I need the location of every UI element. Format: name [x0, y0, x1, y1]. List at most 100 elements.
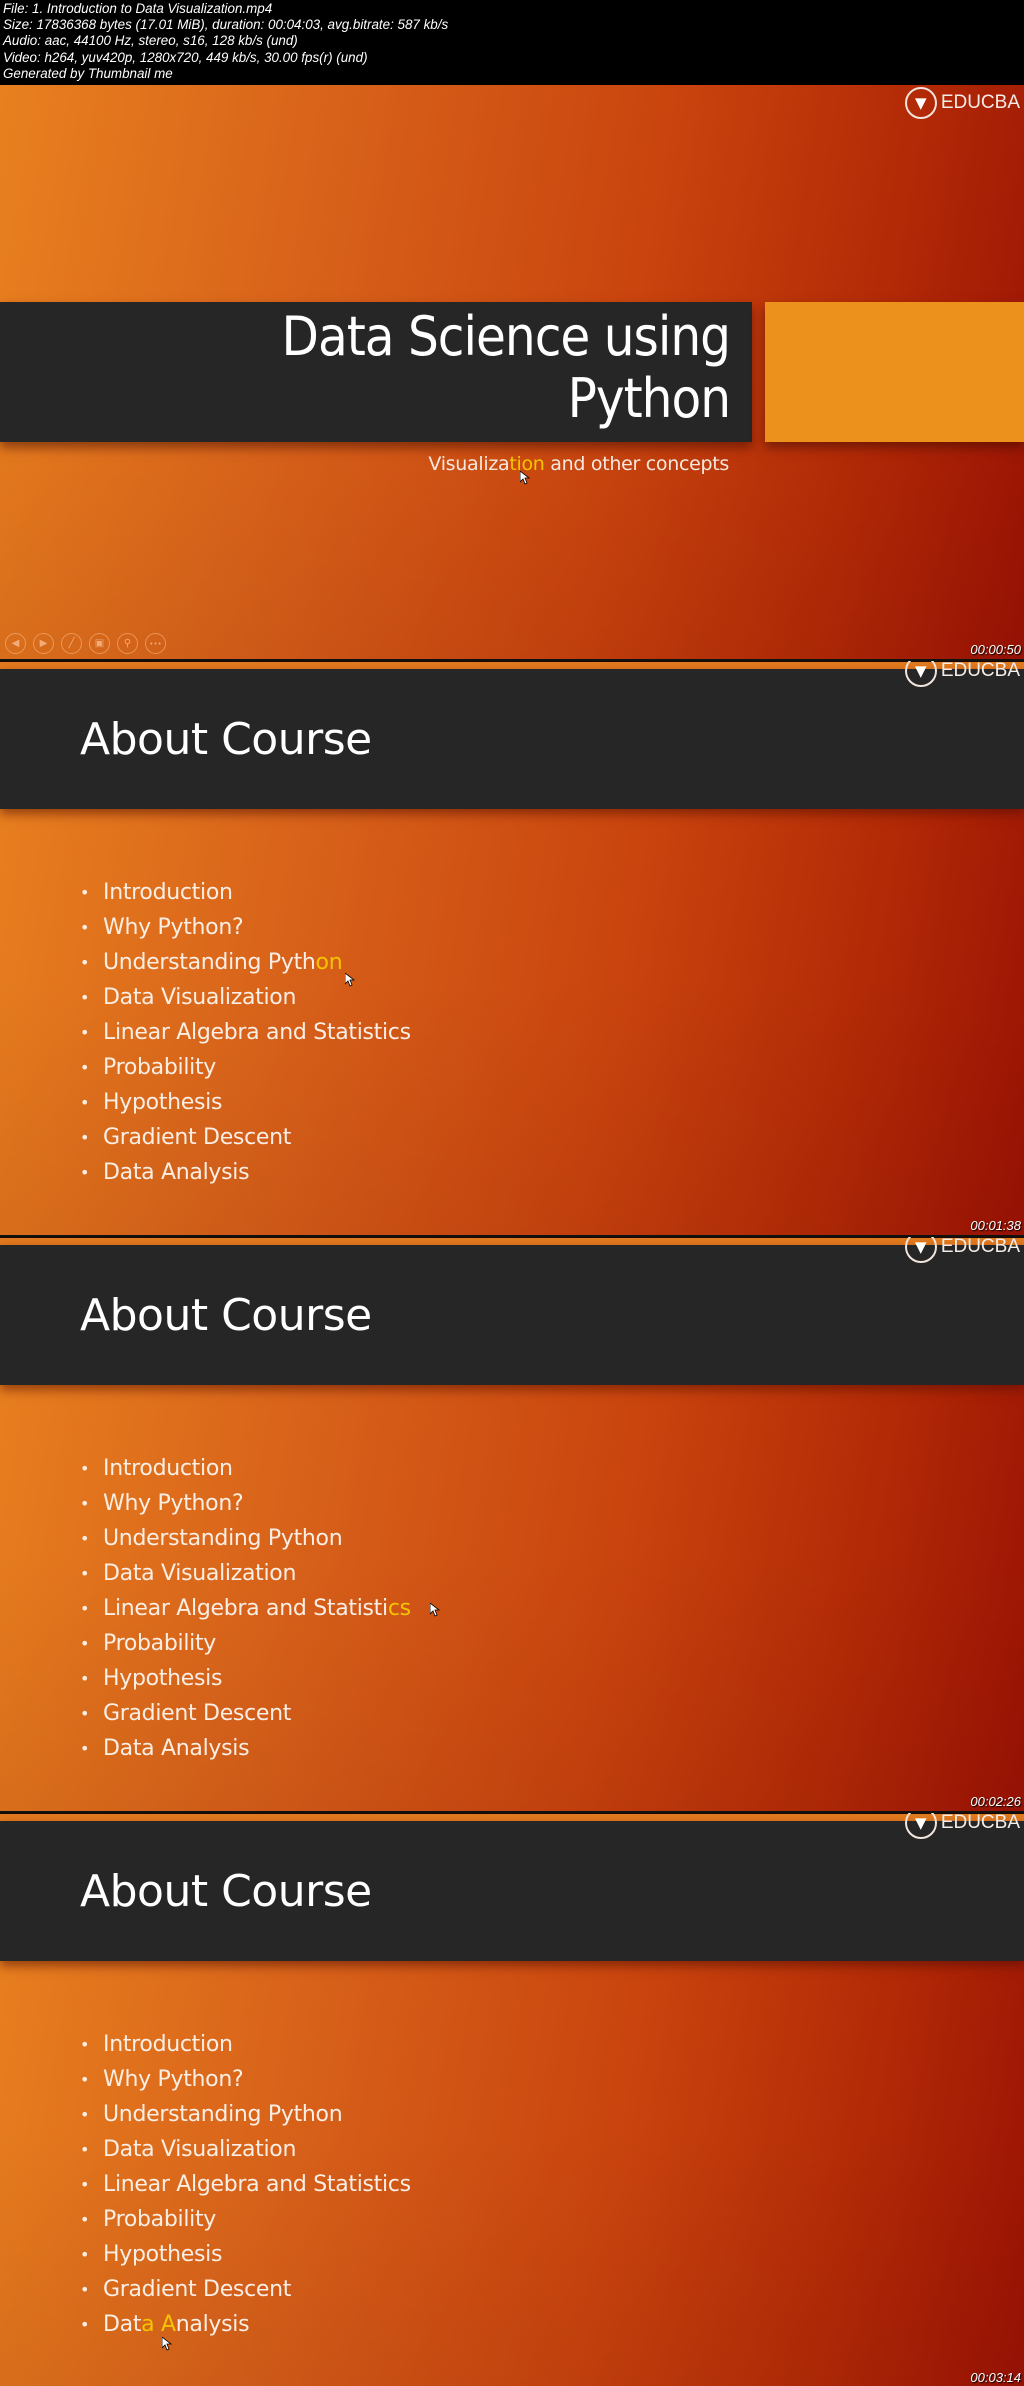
file-size-line: Size: 17836368 bytes (17.01 MiB), durati… [3, 17, 449, 33]
list-item: • Linear Algebra and Statistics [80, 1015, 411, 1050]
list-item: • Probability [80, 1050, 411, 1085]
slide-title: About Course [80, 1290, 372, 1341]
audio-info-line: Audio: aac, 44100 Hz, stereo, s16, 128 k… [3, 33, 298, 49]
list-item-label: Data Visualization [103, 985, 297, 1010]
slide-title: About Course [80, 714, 372, 765]
list-item-label: Gradient Descent [103, 1125, 292, 1150]
slide-header-band: About Course [0, 1245, 1024, 1385]
list-item: • Data Visualization [80, 980, 411, 1015]
list-item-label: Linear Algebra and Statistics [103, 2172, 411, 2197]
list-item-label: Why Python? [103, 915, 244, 940]
list-item-label: Data Visualization [103, 1561, 297, 1586]
bullet-icon: • [80, 2175, 90, 2194]
logo-text: EDUCBA [940, 1813, 1020, 1833]
previous-icon[interactable]: ◀ [5, 633, 26, 654]
list-item: • Why Python? [80, 1486, 411, 1521]
list-item: • Hypothesis [80, 1085, 411, 1120]
list-item-label: Introduction [103, 2032, 233, 2057]
more-icon[interactable]: ••• [145, 633, 166, 654]
subtitle-text: Visualiza [428, 453, 510, 475]
accent-box [765, 302, 1024, 442]
frame-timestamp: 00:02:26 [970, 1794, 1021, 1809]
list-item-label: Introduction [103, 1456, 233, 1481]
list-item-label: Data Visualization [103, 2137, 297, 2162]
list-item-label: nalysis [175, 2312, 250, 2337]
course-topics-list: • Introduction • Why Python? • Understandin… [80, 1451, 411, 1766]
list-item: • Gradient Descent [80, 1696, 411, 1731]
bullet-icon: • [80, 2140, 90, 2159]
title-band: Data Science using Python [0, 302, 752, 442]
list-item: • Probability [80, 1626, 411, 1661]
bullet-icon: • [80, 2315, 90, 2334]
educba-logo: ▼ EDUCBA [904, 1813, 1020, 1841]
bullet-icon: • [80, 1529, 90, 1548]
slides-grid-icon[interactable]: ▣ [89, 633, 110, 654]
list-item: • Probability [80, 2202, 411, 2237]
educba-book-cap-icon: ▼ [904, 1813, 937, 1839]
list-item-label: Probability [103, 1631, 216, 1656]
video-frame-about-course-2: About Course ▼ EDUCBA • Introduction • Why… [0, 1237, 1024, 1813]
list-item: • Data Visualization [80, 1556, 411, 1591]
list-item: • Data Visualization [80, 2132, 411, 2167]
list-item-label: Linear Algebra and Statisti [103, 1596, 388, 1621]
list-item: • Hypothesis [80, 2237, 411, 2272]
bullet-icon: • [80, 1128, 90, 1147]
bullet-icon: • [80, 953, 90, 972]
list-item-label: Why Python? [103, 1491, 244, 1516]
list-item-label: Understanding Python [103, 1526, 343, 1551]
frame-timestamp: 00:00:50 [970, 642, 1021, 657]
list-item-label: Gradient Descent [103, 2277, 292, 2302]
video-metadata-header: File: 1. Introduction to Data Visualizat… [0, 0, 1024, 85]
slide-title: Data Science using Python [281, 305, 731, 430]
bullet-icon: • [80, 2105, 90, 2124]
next-icon[interactable]: ▶ [33, 633, 54, 654]
list-item-label: Introduction [103, 880, 233, 905]
educba-book-cap-icon: ▼ [904, 1237, 937, 1263]
bullet-icon: • [80, 1023, 90, 1042]
bullet-icon: • [80, 2245, 90, 2264]
bullet-icon: • [80, 1739, 90, 1758]
list-item: • Linear Algebra and Statistics [80, 1591, 411, 1626]
slide-subtitle: Visualization and other concepts [428, 453, 729, 475]
list-item-label: Dat [103, 2312, 142, 2337]
bullet-icon: • [80, 2070, 90, 2089]
bullet-icon: • [80, 1058, 90, 1077]
bullet-icon: • [80, 1564, 90, 1583]
bullet-icon: • [80, 988, 90, 1007]
list-item-label: Gradient Descent [103, 1701, 292, 1726]
list-item-label: Data Analysis [103, 1160, 250, 1185]
list-item-label: Hypothesis [103, 1666, 223, 1691]
bullet-icon: • [80, 1599, 90, 1618]
top-strip [0, 661, 1024, 669]
educba-book-cap-icon: ▼ [904, 87, 937, 119]
zoom-icon[interactable]: ⚲ [117, 633, 138, 654]
list-item-label: Hypothesis [103, 2242, 223, 2267]
logo-text: EDUCBA [940, 661, 1020, 681]
bullet-icon: • [80, 2035, 90, 2054]
video-frame-title-slide: ▼ EDUCBA Data Science using Python Visua… [0, 85, 1024, 661]
list-item: •Data Analysis [80, 2307, 411, 2342]
educba-book-cap-icon: ▼ [904, 661, 937, 687]
list-item: • Introduction [80, 875, 411, 910]
bullet-icon: • [80, 2210, 90, 2229]
pen-icon[interactable]: ╱ [61, 633, 82, 654]
top-strip [0, 1237, 1024, 1245]
list-item-label: Probability [103, 1055, 216, 1080]
highlighted-text: cs [387, 1596, 411, 1621]
frame-timestamp: 00:01:38 [970, 1218, 1021, 1233]
bullet-icon: • [80, 1459, 90, 1478]
course-topics-list: • Introduction • Why Python? • Understandin… [80, 875, 411, 1190]
list-item: • Hypothesis [80, 1661, 411, 1696]
list-item-label: Understanding Pyth [103, 950, 316, 975]
generator-line: Generated by Thumbnail me [3, 65, 173, 81]
bullet-icon: • [80, 1093, 90, 1112]
slide-title-line-1: Data Science using [281, 305, 731, 368]
top-strip [0, 1813, 1024, 1821]
slideshow-controls: ◀ ▶ ╱ ▣ ⚲ ••• [5, 633, 166, 654]
file-name-line: File: 1. Introduction to Data Visualizat… [3, 1, 273, 16]
list-item: • Gradient Descent [80, 1120, 411, 1155]
frame-timestamp: 00:03:14 [970, 2370, 1021, 2385]
list-item-label: Linear Algebra and Statistics [103, 1020, 411, 1045]
list-item: • Understanding Python [80, 945, 411, 980]
bullet-icon: • [80, 2280, 90, 2299]
